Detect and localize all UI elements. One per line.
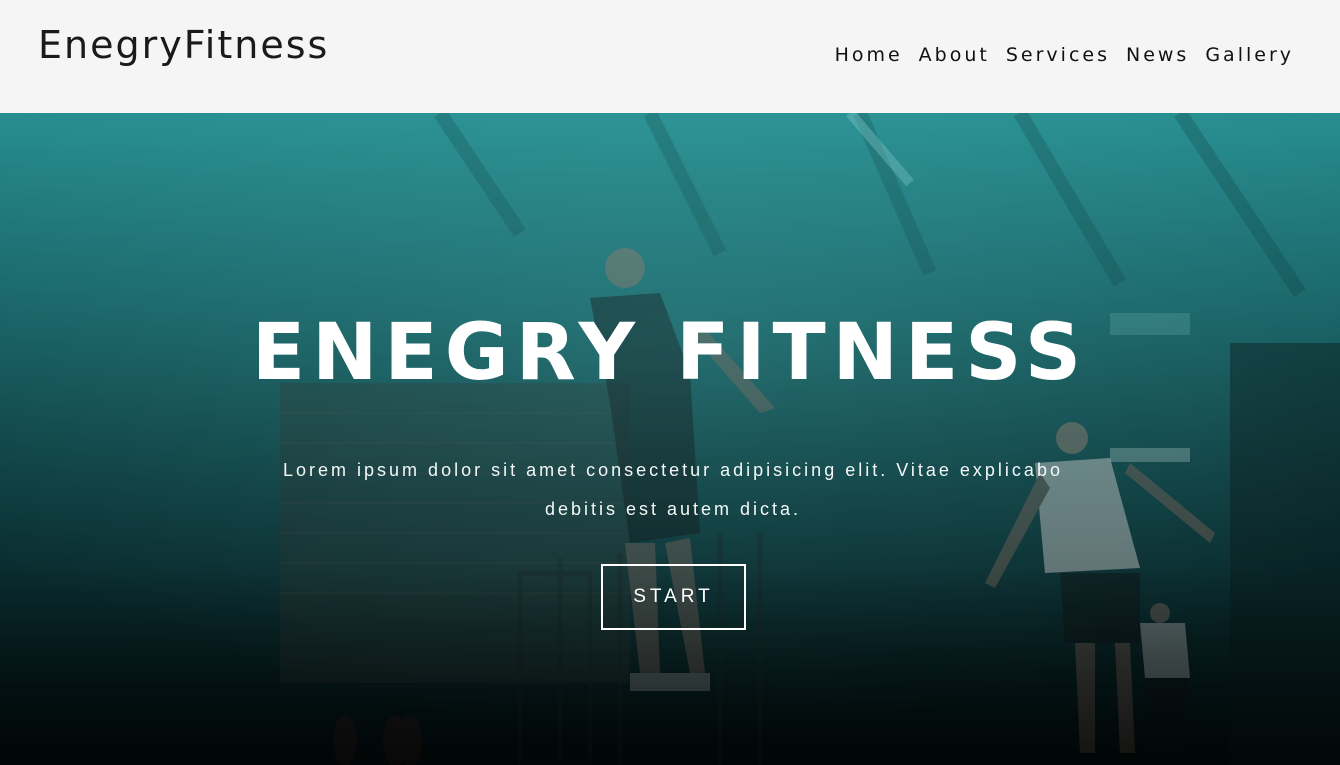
nav-link-home[interactable]: Home [835,42,903,68]
main-nav: Home About Services News Gallery [835,42,1294,68]
page: EnegryFitness Home About Services News G… [0,0,1340,765]
nav-link-gallery[interactable]: Gallery [1205,42,1294,68]
hero-description: Lorem ipsum dolor sit amet consectetur a… [283,460,1063,519]
hero-title: ENEGRY FITNESS [251,308,1089,398]
nav-link-news[interactable]: News [1126,42,1189,68]
site-header: EnegryFitness Home About Services News G… [0,0,1340,113]
start-button[interactable]: START [601,564,746,630]
nav-link-services[interactable]: Services [1006,42,1110,68]
brand-logo[interactable]: EnegryFitness [38,22,329,68]
hero-section: ENEGRY FITNESS Lorem ipsum dolor sit ame… [0,113,1340,765]
hero-content: ENEGRY FITNESS Lorem ipsum dolor sit ame… [0,113,1340,765]
nav-link-about[interactable]: About [919,42,990,68]
